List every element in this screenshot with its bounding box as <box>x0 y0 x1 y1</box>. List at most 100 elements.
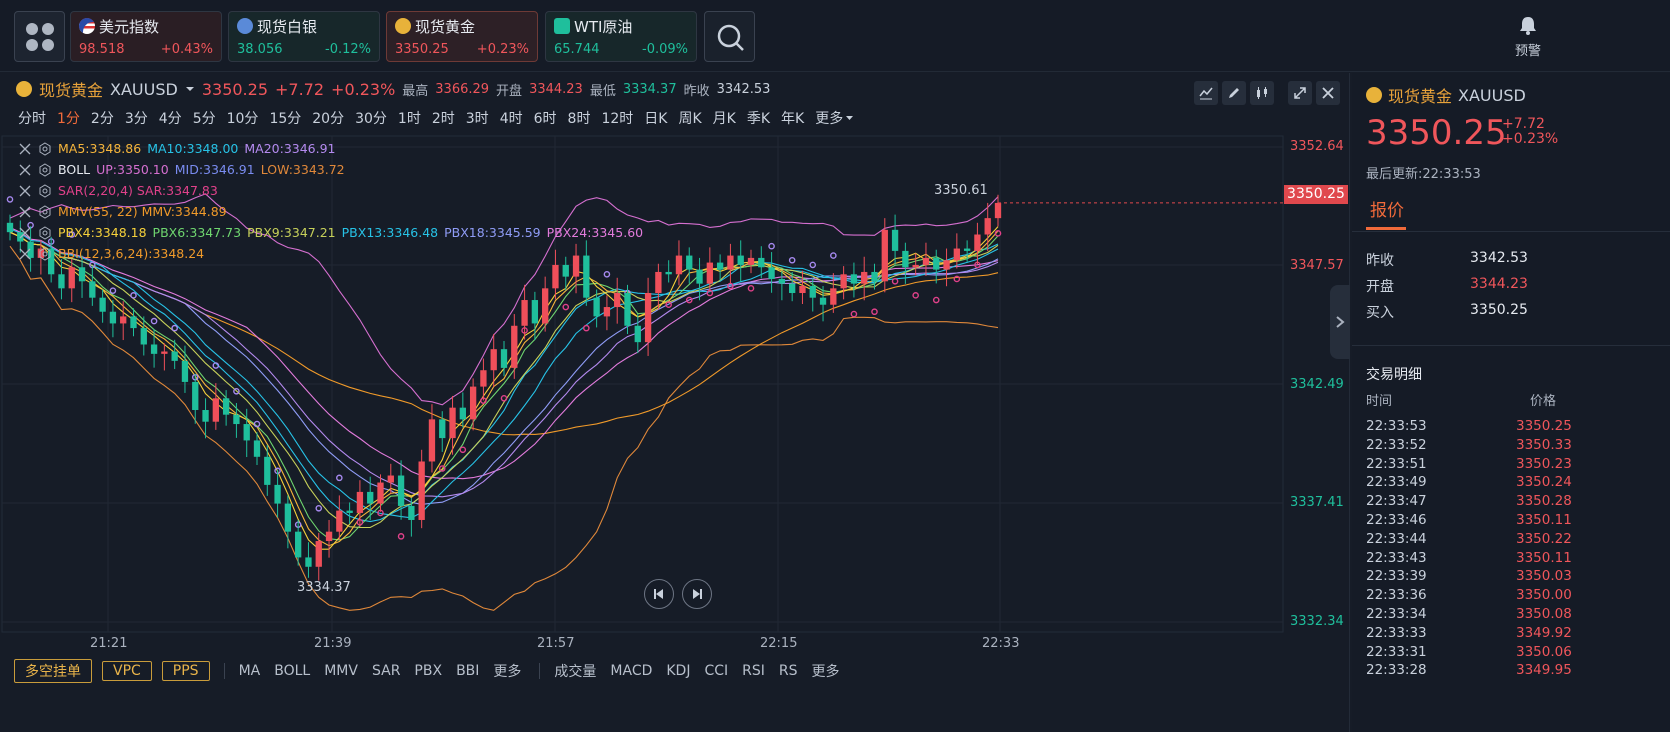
period-19[interactable]: 月K <box>713 108 736 128</box>
period-16[interactable]: 12时 <box>601 108 633 128</box>
sub-indicator-3[interactable]: CCI <box>704 663 728 679</box>
period-10[interactable]: 1时 <box>398 108 421 128</box>
sub-indicator-1[interactable]: MACD <box>610 663 652 679</box>
tab-quote[interactable]: 报价 <box>1370 196 1404 221</box>
close-button[interactable] <box>1316 81 1340 105</box>
period-6[interactable]: 10分 <box>227 108 259 128</box>
sub-indicator-0[interactable]: 成交量 <box>554 661 596 681</box>
settings-icon[interactable] <box>38 246 52 261</box>
main-indicator-5[interactable]: BBI <box>456 663 479 679</box>
expand-button[interactable] <box>1288 81 1312 105</box>
sub-indicator-6[interactable]: 更多 <box>812 661 840 681</box>
candle-body <box>686 255 693 270</box>
main-indicator-6[interactable]: 更多 <box>493 661 521 681</box>
gold-icon <box>16 81 32 97</box>
trade-row: 22:33:34 3350.08 <box>1366 606 1572 622</box>
candle-body <box>439 419 446 439</box>
main-indicator-4[interactable]: PBX <box>414 663 442 679</box>
main-indicator-1[interactable]: BOLL <box>274 663 310 679</box>
trade-row: 22:33:44 3350.22 <box>1366 530 1572 547</box>
candle-body <box>871 271 878 282</box>
candle-body <box>716 262 724 270</box>
remove-indicator-icon[interactable] <box>18 163 32 177</box>
period-20[interactable]: 季K <box>747 108 770 128</box>
settings-icon[interactable] <box>38 225 52 240</box>
candle-body <box>99 297 106 312</box>
period-11[interactable]: 2时 <box>432 108 455 128</box>
period-4[interactable]: 4分 <box>159 108 182 128</box>
remove-indicator-icon[interactable] <box>18 205 32 219</box>
alarm-button[interactable]: 预警 <box>1508 14 1548 59</box>
candle-body <box>89 281 96 298</box>
main-indicator-2[interactable]: MMV <box>324 663 358 679</box>
overlay-button-1[interactable]: VPC <box>102 661 152 681</box>
period-13[interactable]: 4时 <box>500 108 523 128</box>
period-3[interactable]: 3分 <box>125 108 148 128</box>
period-9[interactable]: 30分 <box>355 108 387 128</box>
chart-tools <box>1194 81 1274 105</box>
period-5[interactable]: 5分 <box>193 108 216 128</box>
bell-icon <box>1520 17 1536 35</box>
sub-indicator-4[interactable]: RSI <box>742 663 765 679</box>
remove-indicator-icon[interactable] <box>18 226 32 240</box>
settings-icon[interactable] <box>38 183 52 198</box>
chart-header: 现货黄金 XAUUSD 3350.25 +7.72 +0.23% 最高 3366.… <box>16 78 770 100</box>
settings-icon[interactable] <box>38 141 52 156</box>
sar-dot <box>130 292 137 299</box>
period-0[interactable]: 分时 <box>18 108 46 128</box>
settings-icon[interactable] <box>38 162 52 177</box>
sar-dot <box>830 252 837 259</box>
overlay-button-2[interactable]: PPS <box>161 661 210 681</box>
line-tool-button[interactable] <box>1194 81 1218 105</box>
settings-icon[interactable] <box>38 204 52 219</box>
jump-start-button[interactable] <box>644 579 674 609</box>
candle-body <box>758 257 765 268</box>
period-15[interactable]: 8时 <box>568 108 591 128</box>
remove-indicator-icon[interactable] <box>18 142 32 156</box>
draw-tool-button[interactable] <box>1222 81 1246 105</box>
overlay-button-0[interactable]: 多空挂单 <box>14 659 92 683</box>
candle-body <box>295 531 302 558</box>
skip-forward-icon <box>693 589 702 599</box>
indicator-row-2: SAR(2,20,4) SAR:3347.83 <box>18 183 218 198</box>
period-22[interactable]: 更多 <box>815 108 843 128</box>
main-indicator-0[interactable]: MA <box>239 663 261 679</box>
candle-body <box>994 202 1002 219</box>
sar-dot <box>6 196 14 203</box>
remove-indicator-icon[interactable] <box>18 247 32 261</box>
candle-body <box>171 351 178 361</box>
main-indicator-3[interactable]: SAR <box>372 663 400 679</box>
period-1[interactable]: 1分 <box>57 108 80 128</box>
period-8[interactable]: 20分 <box>312 108 344 128</box>
period-18[interactable]: 周K <box>678 108 701 128</box>
candle-style-button[interactable] <box>1250 81 1274 105</box>
jump-end-button[interactable] <box>682 579 712 609</box>
candle-body <box>109 311 117 324</box>
period-2[interactable]: 2分 <box>91 108 114 128</box>
candle-body <box>480 370 487 387</box>
caret-down-icon[interactable] <box>185 85 195 93</box>
mmv-line <box>9 231 999 436</box>
period-7[interactable]: 15分 <box>269 108 301 128</box>
trades-title: 交易明细 <box>1366 367 1422 383</box>
period-12[interactable]: 3时 <box>466 108 489 128</box>
candle-body <box>552 264 559 289</box>
candle-body <box>120 316 127 324</box>
divider <box>223 663 225 679</box>
panel-toggle-button[interactable] <box>1330 285 1350 359</box>
candle-body <box>953 248 960 261</box>
sar-dot <box>891 278 899 285</box>
period-14[interactable]: 6时 <box>534 108 557 128</box>
period-17[interactable]: 日K <box>644 108 667 128</box>
period-selector: 分时 1分 2分 3分 4分 5分 10分 15分 20分 30分 1时 2时 3时 4时 6时 8时 12时日… <box>18 108 854 128</box>
sub-indicator-5[interactable]: RS <box>779 663 798 679</box>
period-21[interactable]: 年K <box>781 108 804 128</box>
sub-indicator-2[interactable]: KDJ <box>666 663 690 679</box>
candle-body <box>675 255 683 275</box>
candle-body <box>274 484 281 504</box>
divider <box>1352 345 1670 346</box>
indicator-value: PBX24:3345.60 <box>546 225 644 240</box>
candle-body <box>809 285 816 298</box>
remove-indicator-icon[interactable] <box>18 184 32 198</box>
instrument-symbol[interactable]: XAUUSD <box>110 80 178 99</box>
